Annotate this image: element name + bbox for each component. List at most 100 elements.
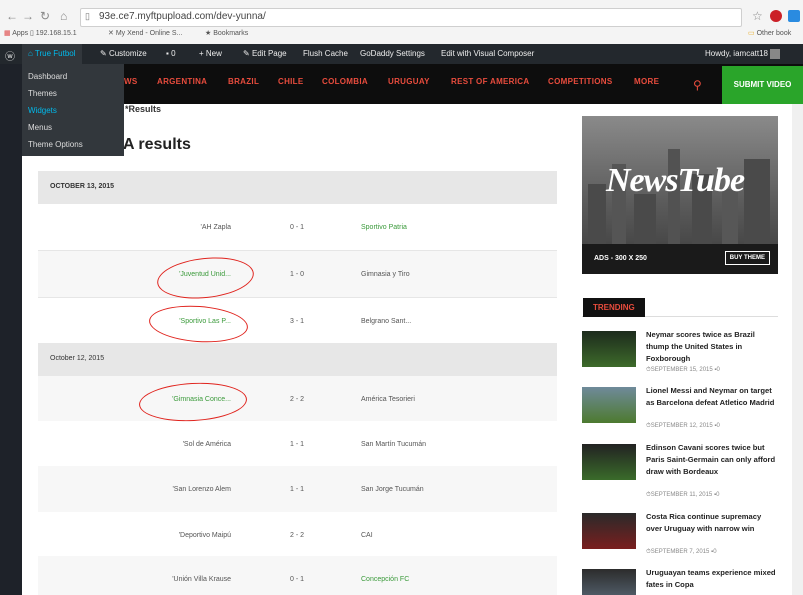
nav-more[interactable]: MORE — [634, 77, 659, 86]
flush-cache-link[interactable]: Flush Cache — [303, 49, 348, 58]
trending-item[interactable]: Costa Rica continue supremacy over Urugu… — [582, 511, 778, 559]
match-row: 'AH Zapla 0 - 1 Sportivo Patria — [38, 204, 557, 251]
trending-item[interactable]: Neymar scores twice as Brazil thump the … — [582, 329, 778, 377]
page-icon: ▯ — [85, 11, 90, 21]
scrollbar[interactable] — [792, 104, 803, 595]
match-row: 'Gimnasia Conce... 2 - 2 América Tesorie… — [38, 376, 557, 423]
match-row: 'Sportivo Las P... 3 - 1 Belgrano Sant..… — [38, 298, 557, 345]
comments-link[interactable]: ▪ 0 — [166, 49, 176, 58]
away-team[interactable]: San Martín Tucumán — [361, 441, 426, 448]
buy-theme-button[interactable]: BUY THEME — [724, 251, 770, 265]
pinterest-icon[interactable] — [770, 10, 782, 22]
home-team[interactable]: 'San Lorenzo Alem — [172, 486, 231, 493]
url-text: 93e.ce7.myftpupload.com/dev-yunna/ — [99, 11, 266, 22]
nav-chile[interactable]: CHILE — [278, 77, 304, 86]
apps-bookmark[interactable]: ▦ Apps — [4, 29, 28, 37]
away-team[interactable]: Belgrano Sant... — [361, 318, 411, 325]
article-title[interactable]: Lionel Messi and Neymar on target as Bar… — [646, 385, 778, 409]
extension-icon[interactable] — [788, 10, 800, 22]
match-score: 2 - 2 — [290, 396, 305, 403]
match-score: 0 - 1 — [290, 224, 305, 231]
home-team[interactable]: 'Deportivo Maipú — [179, 532, 231, 539]
bookmark-ip[interactable]: ▯ 192.168.15.1 — [30, 29, 77, 37]
away-team[interactable]: Concepción FC — [361, 576, 409, 583]
ad-footer: ADS - 300 X 250 BUY THEME — [582, 244, 778, 274]
away-team[interactable]: América Tesorieri — [361, 396, 415, 403]
breadcrumb: *Results — [125, 104, 162, 114]
match-score: 1 - 1 — [290, 486, 305, 493]
star-icon[interactable]: ☆ — [752, 9, 763, 23]
admin-site-menu[interactable]: ⌂ True Futbol — [22, 44, 82, 64]
howdy-user-menu[interactable]: Howdy, iamcatt18 — [705, 49, 781, 59]
address-bar[interactable]: ▯ 93e.ce7.myftpupload.com/dev-yunna/ — [80, 8, 742, 27]
article-thumbnail[interactable] — [582, 569, 636, 595]
dropdown-widgets[interactable]: Widgets — [28, 106, 57, 115]
nav-colombia[interactable]: COLOMBIA — [322, 77, 368, 86]
article-title[interactable]: Uruguayan teams experience mixed fates i… — [646, 567, 778, 591]
other-bookmarks[interactable]: ▭ Other book — [748, 29, 791, 37]
ad-banner[interactable]: NewsTube ADS - 300 X 250 BUY THEME — [582, 116, 778, 274]
dropdown-dashboard[interactable]: Dashboard — [28, 72, 67, 81]
dropdown-themes[interactable]: Themes — [28, 89, 57, 98]
home-team[interactable]: 'Unión Villa Krause — [172, 576, 231, 583]
nav-argentina[interactable]: ARGENTINA — [157, 77, 207, 86]
admin-dropdown: Dashboard Themes Widgets Menus Theme Opt… — [22, 64, 124, 156]
match-row: 'Sol de América 1 - 1 San Martín Tucumán — [38, 421, 557, 468]
back-icon[interactable]: ← — [6, 9, 18, 23]
ad-size-label: ADS - 300 X 250 — [594, 255, 647, 262]
trending-item[interactable]: Edinson Cavani scores twice but Paris Sa… — [582, 442, 778, 502]
date-header: October 12, 2015 — [38, 343, 557, 376]
avatar — [770, 49, 781, 59]
away-team[interactable]: San Jorge Tucumán — [361, 486, 424, 493]
match-row: 'San Lorenzo Alem 1 - 1 San Jorge Tucumá… — [38, 466, 557, 513]
match-score: 3 - 1 — [290, 318, 305, 325]
search-icon[interactable]: ⚲ — [693, 78, 702, 92]
nav-uruguay[interactable]: URUGUAY — [388, 77, 430, 86]
article-thumbnail[interactable] — [582, 387, 636, 423]
home-icon[interactable]: ⌂ — [60, 9, 67, 23]
submit-video-button[interactable]: SUBMIT VIDEO — [722, 66, 803, 104]
nav-news[interactable]: WS — [124, 77, 138, 86]
match-score: 0 - 1 — [290, 576, 305, 583]
article-date: ⏱SEPTEMBER 7, 2015 ▪0 — [646, 549, 717, 555]
browser-chrome: ← → ↻ ⌂ ▯ 93e.ce7.myftpupload.com/dev-yu… — [0, 0, 803, 45]
article-thumbnail[interactable] — [582, 331, 636, 367]
nav-competitions[interactable]: COMPETITIONS — [548, 77, 613, 86]
nav-brazil[interactable]: BRAZIL — [228, 77, 259, 86]
godaddy-settings-link[interactable]: GoDaddy Settings — [360, 49, 425, 58]
dropdown-menus[interactable]: Menus — [28, 123, 52, 132]
edit-page-link[interactable]: ✎ Edit Page — [243, 49, 287, 58]
bookmark-bookmarks[interactable]: ★ Bookmarks — [205, 29, 248, 37]
bookmarks-bar: ▦ Apps ▯ 192.168.15.1 ✕ My Xend - Online… — [0, 27, 803, 43]
away-team[interactable]: Sportivo Patria — [361, 224, 407, 231]
away-team[interactable]: CAI — [361, 532, 373, 539]
article-date: ⏱SEPTEMBER 11, 2015 ▪0 — [646, 492, 720, 498]
customize-link[interactable]: ✎ Customize — [100, 49, 147, 58]
article-date: ⏱SEPTEMBER 15, 2015 ▪0 — [646, 367, 720, 373]
visual-composer-link[interactable]: Edit with Visual Composer — [441, 49, 534, 58]
away-team[interactable]: Gimnasia y Tiro — [361, 271, 410, 278]
nav-rest-of-america[interactable]: REST OF AMERICA — [451, 77, 529, 86]
trending-item[interactable]: Lionel Messi and Neymar on target as Bar… — [582, 385, 778, 433]
home-team[interactable]: 'AH Zapla — [200, 224, 231, 231]
ad-logo: NewsTube — [606, 162, 745, 199]
new-link[interactable]: + New — [199, 49, 222, 58]
match-score: 1 - 0 — [290, 271, 305, 278]
page-title: A results — [123, 136, 191, 153]
article-date: ⏱SEPTEMBER 12, 2015 ▪0 — [646, 423, 720, 429]
forward-icon[interactable]: → — [22, 9, 34, 23]
article-title[interactable]: Costa Rica continue supremacy over Urugu… — [646, 511, 778, 535]
site-nav: WS ARGENTINA BRAZIL CHILE COLOMBIA URUGU… — [22, 64, 803, 104]
article-title[interactable]: Neymar scores twice as Brazil thump the … — [646, 329, 778, 365]
article-title[interactable]: Edinson Cavani scores twice but Paris Sa… — [646, 442, 778, 478]
trending-item[interactable]: Uruguayan teams experience mixed fates i… — [582, 567, 778, 595]
wordpress-icon[interactable]: ⓦ — [5, 48, 15, 63]
article-thumbnail[interactable] — [582, 444, 636, 480]
bookmark-xend[interactable]: ✕ My Xend - Online S... — [108, 29, 182, 37]
trending-label: TRENDING — [583, 298, 645, 317]
article-thumbnail[interactable] — [582, 513, 636, 549]
dropdown-theme-options[interactable]: Theme Options — [28, 140, 83, 149]
match-row: 'Juventud Unid... 1 - 0 Gimnasia y Tiro — [38, 251, 557, 298]
home-team[interactable]: 'Sol de América — [183, 441, 231, 448]
reload-icon[interactable]: ↻ — [40, 9, 50, 23]
